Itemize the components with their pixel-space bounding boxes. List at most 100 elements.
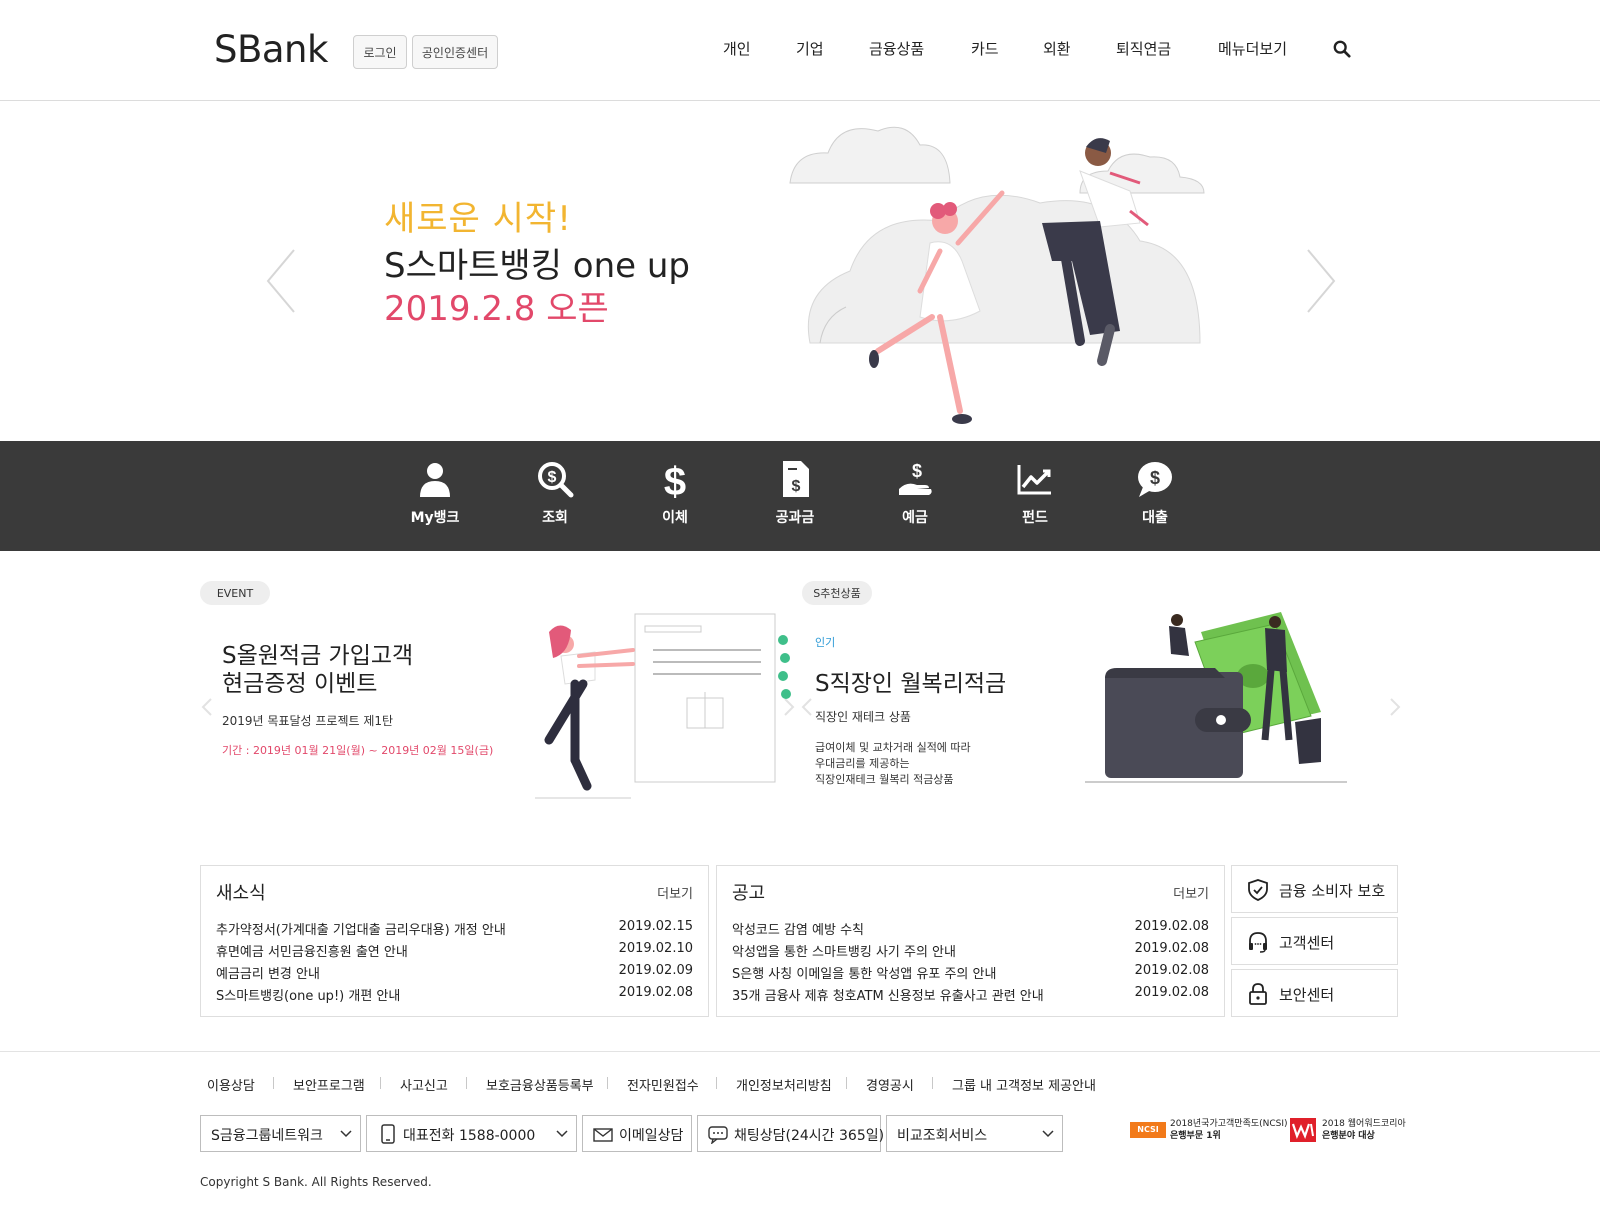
notice-item-date: 2019.02.08 <box>1134 985 1209 1000</box>
network-select-value: S금융그룹네트워크 <box>211 1128 323 1144</box>
footer-link-privacy-policy[interactable]: 개인정보처리방침 <box>736 1075 832 1094</box>
notice-title: 공고 <box>732 883 766 904</box>
dollar-icon: $ <box>664 460 686 499</box>
recommend-illustration <box>1085 612 1347 783</box>
notice-item[interactable]: 악성코드 감염 예방 수칙 2019.02.08 <box>732 919 1209 939</box>
nav-more-menu[interactable]: 메뉴더보기 <box>1218 38 1287 59</box>
web-award-line2: 은행분야 대상 <box>1322 1131 1375 1141</box>
news-item[interactable]: 휴면예금 서민금융진흥원 출연 안내 2019.02.10 <box>216 941 693 961</box>
footer-link-security-program[interactable]: 보안프로그램 <box>293 1075 365 1094</box>
network-select[interactable]: S금융그룹네트워크 <box>200 1115 361 1152</box>
chat-consult-button[interactable]: 채팅상담(24시간 365일) <box>697 1115 885 1152</box>
email-consult-label: 이메일상담 <box>619 1128 684 1144</box>
customer-center-button[interactable]: 고객센터 <box>1231 917 1398 965</box>
hero-headline: 새로운 시작! <box>384 199 572 239</box>
chevron-down-icon <box>1042 1130 1054 1138</box>
hero-illustration <box>789 126 1205 424</box>
footer-link-usage-consult[interactable]: 이용상담 <box>207 1075 255 1094</box>
nav-corporate[interactable]: 기업 <box>796 38 824 59</box>
chat-consult-label: 채팅상담(24시간 365일) <box>734 1128 885 1144</box>
quick-inquiry[interactable]: $ 조회 <box>505 459 605 539</box>
svg-text:$: $ <box>1150 468 1160 488</box>
hero-next-arrow-icon[interactable] <box>1300 246 1340 316</box>
event-title-line1: S올원적금 가입고객 <box>222 643 414 669</box>
recommend-badge: S추천상품 <box>802 581 872 605</box>
quick-utility-bills-label: 공과금 <box>775 510 815 526</box>
footer-divider <box>0 1051 1600 1052</box>
recommend-prev-arrow-icon[interactable] <box>800 696 814 718</box>
notice-item-date: 2019.02.08 <box>1134 963 1209 978</box>
recommend-next-arrow-icon[interactable] <box>1388 696 1402 718</box>
phone-number: 대표전화 1588-0000 <box>403 1128 536 1144</box>
bill-icon: $ <box>783 461 809 497</box>
quick-utility-bills[interactable]: $ 공과금 <box>745 459 845 539</box>
nav-forex[interactable]: 외환 <box>1043 38 1071 59</box>
headset-icon <box>1249 932 1267 953</box>
notice-item[interactable]: 35개 금융사 제휴 청호ATM 신용정보 유출사고 관련 안내 2019.02… <box>732 985 1209 1005</box>
quick-loan[interactable]: $ 대출 <box>1105 459 1205 539</box>
shield-check-icon <box>1248 879 1268 901</box>
news-item[interactable]: S스마트뱅킹(one up!) 개편 안내 2019.02.08 <box>216 985 693 1005</box>
security-center-button[interactable]: 보안센터 <box>1231 969 1398 1017</box>
notice-item-title: S은행 사칭 이메일을 통한 악성앱 유포 주의 안내 <box>732 967 997 982</box>
event-period: 기간 : 2019년 01월 21일(월) ~ 2019년 02월 15일(금) <box>222 744 494 757</box>
footer-link-e-complaint[interactable]: 전자민원접수 <box>627 1075 699 1094</box>
phone-select[interactable]: 대표전화 1588-0000 <box>366 1115 577 1152</box>
recommend-title[interactable]: S직장인 월복리적금 <box>815 664 1006 698</box>
notice-item[interactable]: 악성앱을 통한 스마트뱅킹 사기 주의 안내 2019.02.08 <box>732 941 1209 961</box>
site-header: SBank 로그인 공인인증센터 개인 기업 금융상품 카드 외환 퇴직연금 메… <box>0 0 1600 101</box>
hero-prev-arrow-icon[interactable] <box>262 246 302 316</box>
web-award-line1: 2018 웹어워드코리아 <box>1322 1119 1406 1129</box>
search-money-icon: $ <box>538 462 574 498</box>
footer-link-protected-products[interactable]: 보호금융상품등록부 <box>486 1075 594 1094</box>
nav-personal[interactable]: 개인 <box>723 38 751 59</box>
recommend-desc-line2: 우대금리를 제공하는 <box>815 757 910 770</box>
loan-bubble-icon: $ <box>1138 462 1172 497</box>
ncsi-award-line1: 2018년국가고객만족도(NCSI) <box>1170 1119 1288 1129</box>
footer-link-management-disclosure[interactable]: 경영공시 <box>866 1075 914 1094</box>
news-item-date: 2019.02.10 <box>618 941 693 956</box>
nav-financial-products[interactable]: 금융상품 <box>869 38 924 59</box>
nav-card[interactable]: 카드 <box>971 38 999 59</box>
news-item-date: 2019.02.15 <box>618 919 693 934</box>
event-prev-arrow-icon[interactable] <box>200 696 214 718</box>
notice-item[interactable]: S은행 사칭 이메일을 통한 악성앱 유포 주의 안내 2019.02.08 <box>732 963 1209 983</box>
news-item[interactable]: 추가약정서(가계대출 기업대출 금리우대용) 개정 안내 2019.02.15 <box>216 919 693 939</box>
nav-pension[interactable]: 퇴직연금 <box>1116 38 1171 59</box>
email-consult-button[interactable]: 이메일상담 <box>582 1115 692 1152</box>
recommend-desc-line3: 직장인재테크 월복리 적금상품 <box>815 773 954 786</box>
quick-menu-bar: My뱅크 $ 조회 $ 이체 $ 공과금 $ 예금 펀드 $ 대출 <box>0 441 1600 551</box>
recommend-tag: 인기 <box>815 636 836 649</box>
news-item-title: 예금금리 변경 안내 <box>216 967 320 982</box>
quick-transfer[interactable]: $ 이체 <box>625 459 725 539</box>
notice-item-title: 악성앱을 통한 스마트뱅킹 사기 주의 안내 <box>732 945 956 960</box>
notice-more-link[interactable]: 더보기 <box>1173 883 1209 902</box>
footer-separator <box>846 1077 847 1089</box>
news-item[interactable]: 예금금리 변경 안내 2019.02.09 <box>216 963 693 983</box>
compare-service-select[interactable]: 비교조회서비스 <box>886 1115 1063 1152</box>
copyright: Copyright S Bank. All Rights Reserved. <box>200 1175 432 1189</box>
event-title[interactable]: S올원적금 가입고객 현금증정 이벤트 <box>222 642 413 698</box>
quick-fund[interactable]: 펀드 <box>985 459 1085 539</box>
search-icon[interactable] <box>1333 40 1351 58</box>
footer-link-group-info-sharing[interactable]: 그룹 내 고객정보 제공안내 <box>952 1075 1096 1094</box>
quick-fund-label: 펀드 <box>1022 510 1048 526</box>
notice-item-date: 2019.02.08 <box>1134 941 1209 956</box>
cert-center-button[interactable]: 공인인증센터 <box>412 35 498 69</box>
user-icon <box>420 463 450 497</box>
logo[interactable]: SBank <box>214 28 328 71</box>
footer-separator <box>716 1077 717 1089</box>
chat-bubble-icon <box>708 1126 728 1144</box>
news-item-date: 2019.02.09 <box>618 963 693 978</box>
consumer-protection-button[interactable]: 금융 소비자 보호 <box>1231 865 1398 913</box>
news-item-title: 휴면예금 서민금융진흥원 출연 안내 <box>216 945 408 960</box>
customer-center-label: 고객센터 <box>1279 934 1335 952</box>
chevron-down-icon <box>556 1130 568 1138</box>
quick-my-bank[interactable]: My뱅크 <box>385 459 485 539</box>
login-button[interactable]: 로그인 <box>353 35 407 69</box>
quick-deposit[interactable]: $ 예금 <box>865 459 965 539</box>
hero-date: 2019.2.8 오픈 <box>384 289 609 329</box>
footer-link-accident-report[interactable]: 사고신고 <box>400 1075 448 1094</box>
footer-separator <box>466 1077 467 1089</box>
news-more-link[interactable]: 더보기 <box>657 883 693 902</box>
